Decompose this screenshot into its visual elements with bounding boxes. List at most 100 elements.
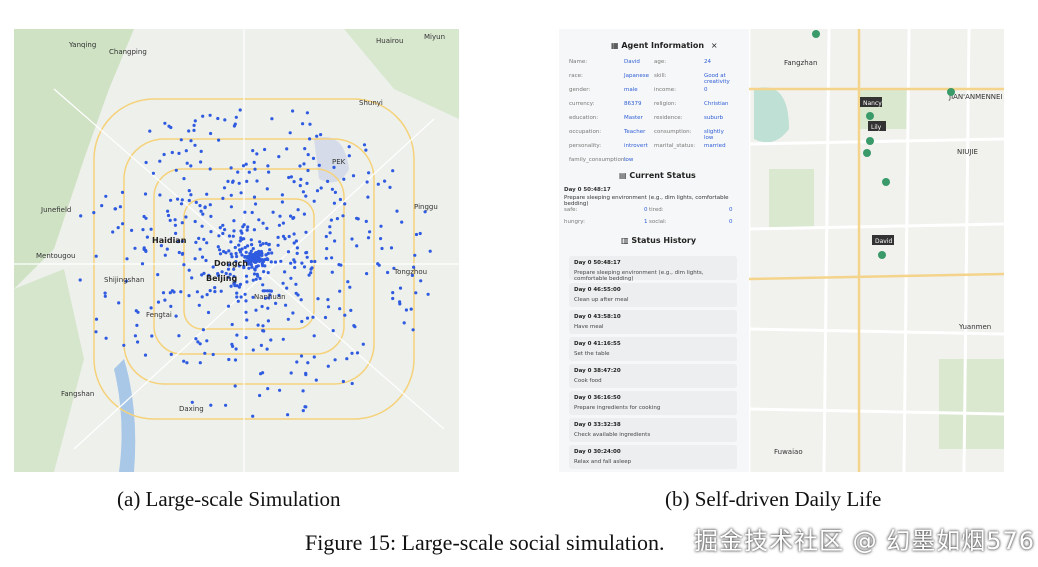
agent-field-row: personality: introvert marital_status: marr… <box>569 143 729 152</box>
agent-dot <box>229 205 233 209</box>
agent-dot <box>198 342 202 346</box>
agent-dot <box>294 291 298 295</box>
watermark: 掘金技术社区 @ 幻墨如烟576 <box>694 527 1036 555</box>
close-icon[interactable]: × <box>711 41 718 50</box>
agent-dot <box>350 237 354 241</box>
agent-dot <box>201 114 205 118</box>
agent-dot <box>223 228 227 232</box>
status-history-item[interactable]: Day 0 41:16:55 Set the table <box>569 337 737 361</box>
status-history-item[interactable]: Day 0 33:32:38 Check available ingredient… <box>569 418 737 442</box>
person-icon[interactable] <box>812 30 820 38</box>
agent-dot <box>140 262 145 266</box>
agent-dot <box>286 317 290 321</box>
agent-dot <box>289 371 293 375</box>
agent-dot <box>125 257 129 261</box>
agent-dot <box>257 218 261 222</box>
history-desc: Cook food <box>574 378 602 384</box>
metric-value: 0 <box>729 207 733 213</box>
agent-dot <box>205 339 209 343</box>
agent-dot <box>229 240 233 244</box>
agent-dot <box>121 222 125 226</box>
agent-dot <box>251 149 255 153</box>
agent-dot <box>419 279 423 283</box>
agent-dot <box>179 138 183 142</box>
agent-dot <box>226 304 231 308</box>
place-label: PEK <box>332 158 346 166</box>
agent-dot <box>400 220 404 224</box>
agent-dot <box>304 194 308 198</box>
agent-info-title: Agent Information <box>621 41 705 50</box>
agent-dot <box>276 243 280 247</box>
agent-dot <box>174 314 178 318</box>
person-icon[interactable] <box>882 178 890 186</box>
place-label: Shunyi <box>359 99 383 107</box>
history-time: Day 0 38:47:20 <box>574 368 621 374</box>
agent-dot <box>116 226 120 230</box>
agent-dot <box>298 164 302 168</box>
agent-dot <box>315 134 319 138</box>
agent-dot <box>213 290 217 294</box>
agent-dot <box>366 195 370 199</box>
agent-name-tag: Lily <box>871 124 882 131</box>
place-label: Fangshan <box>61 390 94 398</box>
agent-dot <box>180 198 184 202</box>
agent-dot <box>402 321 406 325</box>
agent-dot <box>341 379 345 384</box>
agent-dot <box>289 214 293 218</box>
agent-dot <box>305 181 309 185</box>
agent-dot <box>234 115 238 119</box>
agent-dot <box>252 272 257 276</box>
agent-dot <box>235 291 239 295</box>
agent-dot <box>206 310 211 315</box>
field-value: low <box>624 157 634 163</box>
metric-label: hungry: <box>564 219 585 225</box>
person-icon[interactable] <box>863 149 871 157</box>
agent-dot <box>94 330 98 334</box>
agent-dot <box>287 234 291 239</box>
agent-dot <box>313 259 317 264</box>
agent-dot <box>222 186 227 190</box>
agent-dot <box>201 212 205 216</box>
agent-dot <box>304 251 308 255</box>
place-label: Daxing <box>179 405 204 413</box>
status-history-item[interactable]: Day 0 43:58:10 Have meal <box>569 310 737 334</box>
person-icon[interactable] <box>947 88 955 96</box>
agent-dot <box>414 232 419 237</box>
agent-dot <box>163 121 167 125</box>
place-label: Miyun <box>424 33 445 41</box>
agent-dot <box>255 152 259 156</box>
agent-dot <box>251 255 255 259</box>
agent-name-tag: David <box>875 238 893 245</box>
agent-dot <box>238 250 243 254</box>
agent-dot <box>413 253 417 257</box>
figure-caption: Figure 15: Large-scale social simulation… <box>305 530 665 555</box>
agent-dot <box>118 205 122 209</box>
agent-dot <box>209 131 213 136</box>
person-icon[interactable] <box>866 112 874 120</box>
status-history-item[interactable]: Day 0 46:55:00 Clean up after meal <box>569 283 737 307</box>
agent-dot <box>286 250 291 254</box>
agent-dot <box>263 147 267 152</box>
agent-dot <box>257 259 262 263</box>
agent-dot <box>301 409 305 413</box>
agent-dot <box>244 274 249 278</box>
field-label: residence: <box>654 115 683 121</box>
person-icon[interactable] <box>878 251 886 259</box>
agent-dot <box>244 336 248 340</box>
person-icon[interactable] <box>866 137 874 145</box>
agent-dot <box>226 267 231 271</box>
status-history-item[interactable]: Day 0 38:47:20 Cook food <box>569 364 737 388</box>
agent-dot <box>241 164 246 168</box>
agent-dot <box>209 214 213 218</box>
agent-dot <box>291 216 295 220</box>
field-value: Teacher <box>624 129 646 135</box>
agent-field-row: gender: male income: 0 <box>569 87 729 96</box>
agent-dot <box>332 201 336 205</box>
agent-dot <box>78 278 82 282</box>
status-history-item[interactable]: Day 0 50:48:17 Prepare sleeping environme… <box>569 256 737 282</box>
agent-dot <box>325 247 329 251</box>
status-history-item[interactable]: Day 0 30:24:00 Relax and fall asleep <box>569 445 737 469</box>
agent-dot <box>301 389 305 393</box>
status-history-item[interactable]: Day 0 36:16:50 Prepare ingredients for co… <box>569 391 737 415</box>
agent-dot <box>261 371 265 375</box>
